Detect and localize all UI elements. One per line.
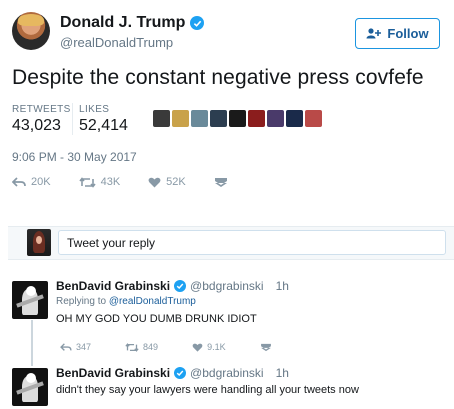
tweet-actions: 20K 43K 52K <box>12 176 228 188</box>
reply-button[interactable]: 20K <box>12 176 51 188</box>
reply-author[interactable]: BenDavid Grabinski @bdgrabinski 1h <box>56 366 289 380</box>
liker-avatar[interactable] <box>210 110 227 127</box>
retweet-button[interactable]: 43K <box>78 176 121 188</box>
like-count: 9.1K <box>207 342 226 352</box>
reply-author[interactable]: BenDavid Grabinski @bdgrabinski 1h <box>56 279 289 293</box>
thread-connector <box>31 320 33 366</box>
stats-divider <box>72 103 73 135</box>
retweet-button[interactable]: 849 <box>125 342 158 352</box>
reply-author-avatar[interactable] <box>12 281 48 319</box>
reply-input[interactable]: Tweet your reply <box>58 230 446 255</box>
reply-text: OH MY GOD YOU DUMB DRUNK IDIOT <box>56 313 257 325</box>
author-name[interactable]: Donald J. Trump <box>60 14 205 32</box>
follow-button[interactable]: Follow <box>355 18 440 49</box>
liker-avatar[interactable] <box>305 110 322 127</box>
likes-label[interactable]: LIKES <box>79 104 109 115</box>
author-avatar[interactable] <box>12 12 50 50</box>
retweets-count[interactable]: 43,023 <box>12 117 61 135</box>
heart-icon <box>192 343 203 352</box>
liker-avatar[interactable] <box>267 110 284 127</box>
author-name-text[interactable]: Donald J. Trump <box>60 14 185 32</box>
like-button[interactable]: 52K <box>148 176 186 188</box>
replying-to-prefix: Replying to <box>56 296 107 307</box>
retweet-count: 849 <box>143 342 159 352</box>
reply-count: 20K <box>31 176 51 188</box>
reply-actions: 347 849 9.1K <box>60 342 272 352</box>
reply-button[interactable]: 347 <box>60 342 91 352</box>
liker-avatar[interactable] <box>248 110 265 127</box>
liker-avatar[interactable] <box>229 110 246 127</box>
liker-avatars <box>153 110 322 127</box>
direct-message-button[interactable] <box>260 343 272 352</box>
reply-author-handle[interactable]: @bdgrabinski <box>190 366 264 380</box>
author-handle[interactable]: @realDonaldTrump <box>60 35 173 50</box>
likes-count[interactable]: 52,414 <box>79 117 128 135</box>
liker-avatar[interactable] <box>286 110 303 127</box>
reply-time[interactable]: 1h <box>276 366 289 380</box>
reply-author-handle[interactable]: @bdgrabinski <box>190 279 264 293</box>
verified-badge-icon <box>174 367 187 379</box>
heart-icon <box>148 177 161 187</box>
follow-label: Follow <box>387 26 429 41</box>
envelope-icon <box>214 177 227 187</box>
replying-to-link[interactable]: @realDonaldTrump <box>109 296 196 307</box>
verified-badge-icon <box>190 16 205 30</box>
reply-icon <box>12 176 26 187</box>
reply-icon <box>60 342 72 351</box>
reply-time[interactable]: 1h <box>276 279 289 293</box>
liker-avatar[interactable] <box>153 110 170 127</box>
direct-message-button[interactable] <box>214 177 228 188</box>
liker-avatar[interactable] <box>172 110 189 127</box>
reply-count: 347 <box>76 342 92 352</box>
reply-author-avatar[interactable] <box>12 368 48 406</box>
like-button[interactable]: 9.1K <box>192 342 226 352</box>
retweets-label[interactable]: RETWEETS <box>12 104 71 115</box>
like-count: 52K <box>166 176 186 188</box>
liker-avatar[interactable] <box>191 110 208 127</box>
verified-badge-icon <box>174 280 187 292</box>
add-user-icon <box>366 28 382 39</box>
reply-author-name[interactable]: BenDavid Grabinski <box>56 366 170 380</box>
replying-to: Replying to @realDonaldTrump <box>56 296 196 307</box>
reply-text: didn't they say your lawyers were handli… <box>56 384 359 396</box>
retweet-count: 43K <box>100 176 121 188</box>
retweet-icon <box>125 342 139 352</box>
reply-author-name[interactable]: BenDavid Grabinski <box>56 279 170 293</box>
envelope-icon <box>260 343 271 351</box>
retweet-icon <box>78 176 96 188</box>
current-user-avatar <box>27 229 51 256</box>
tweet-timestamp[interactable]: 9:06 PM - 30 May 2017 <box>12 150 137 164</box>
tweet-text: Despite the constant negative press covf… <box>12 66 424 89</box>
